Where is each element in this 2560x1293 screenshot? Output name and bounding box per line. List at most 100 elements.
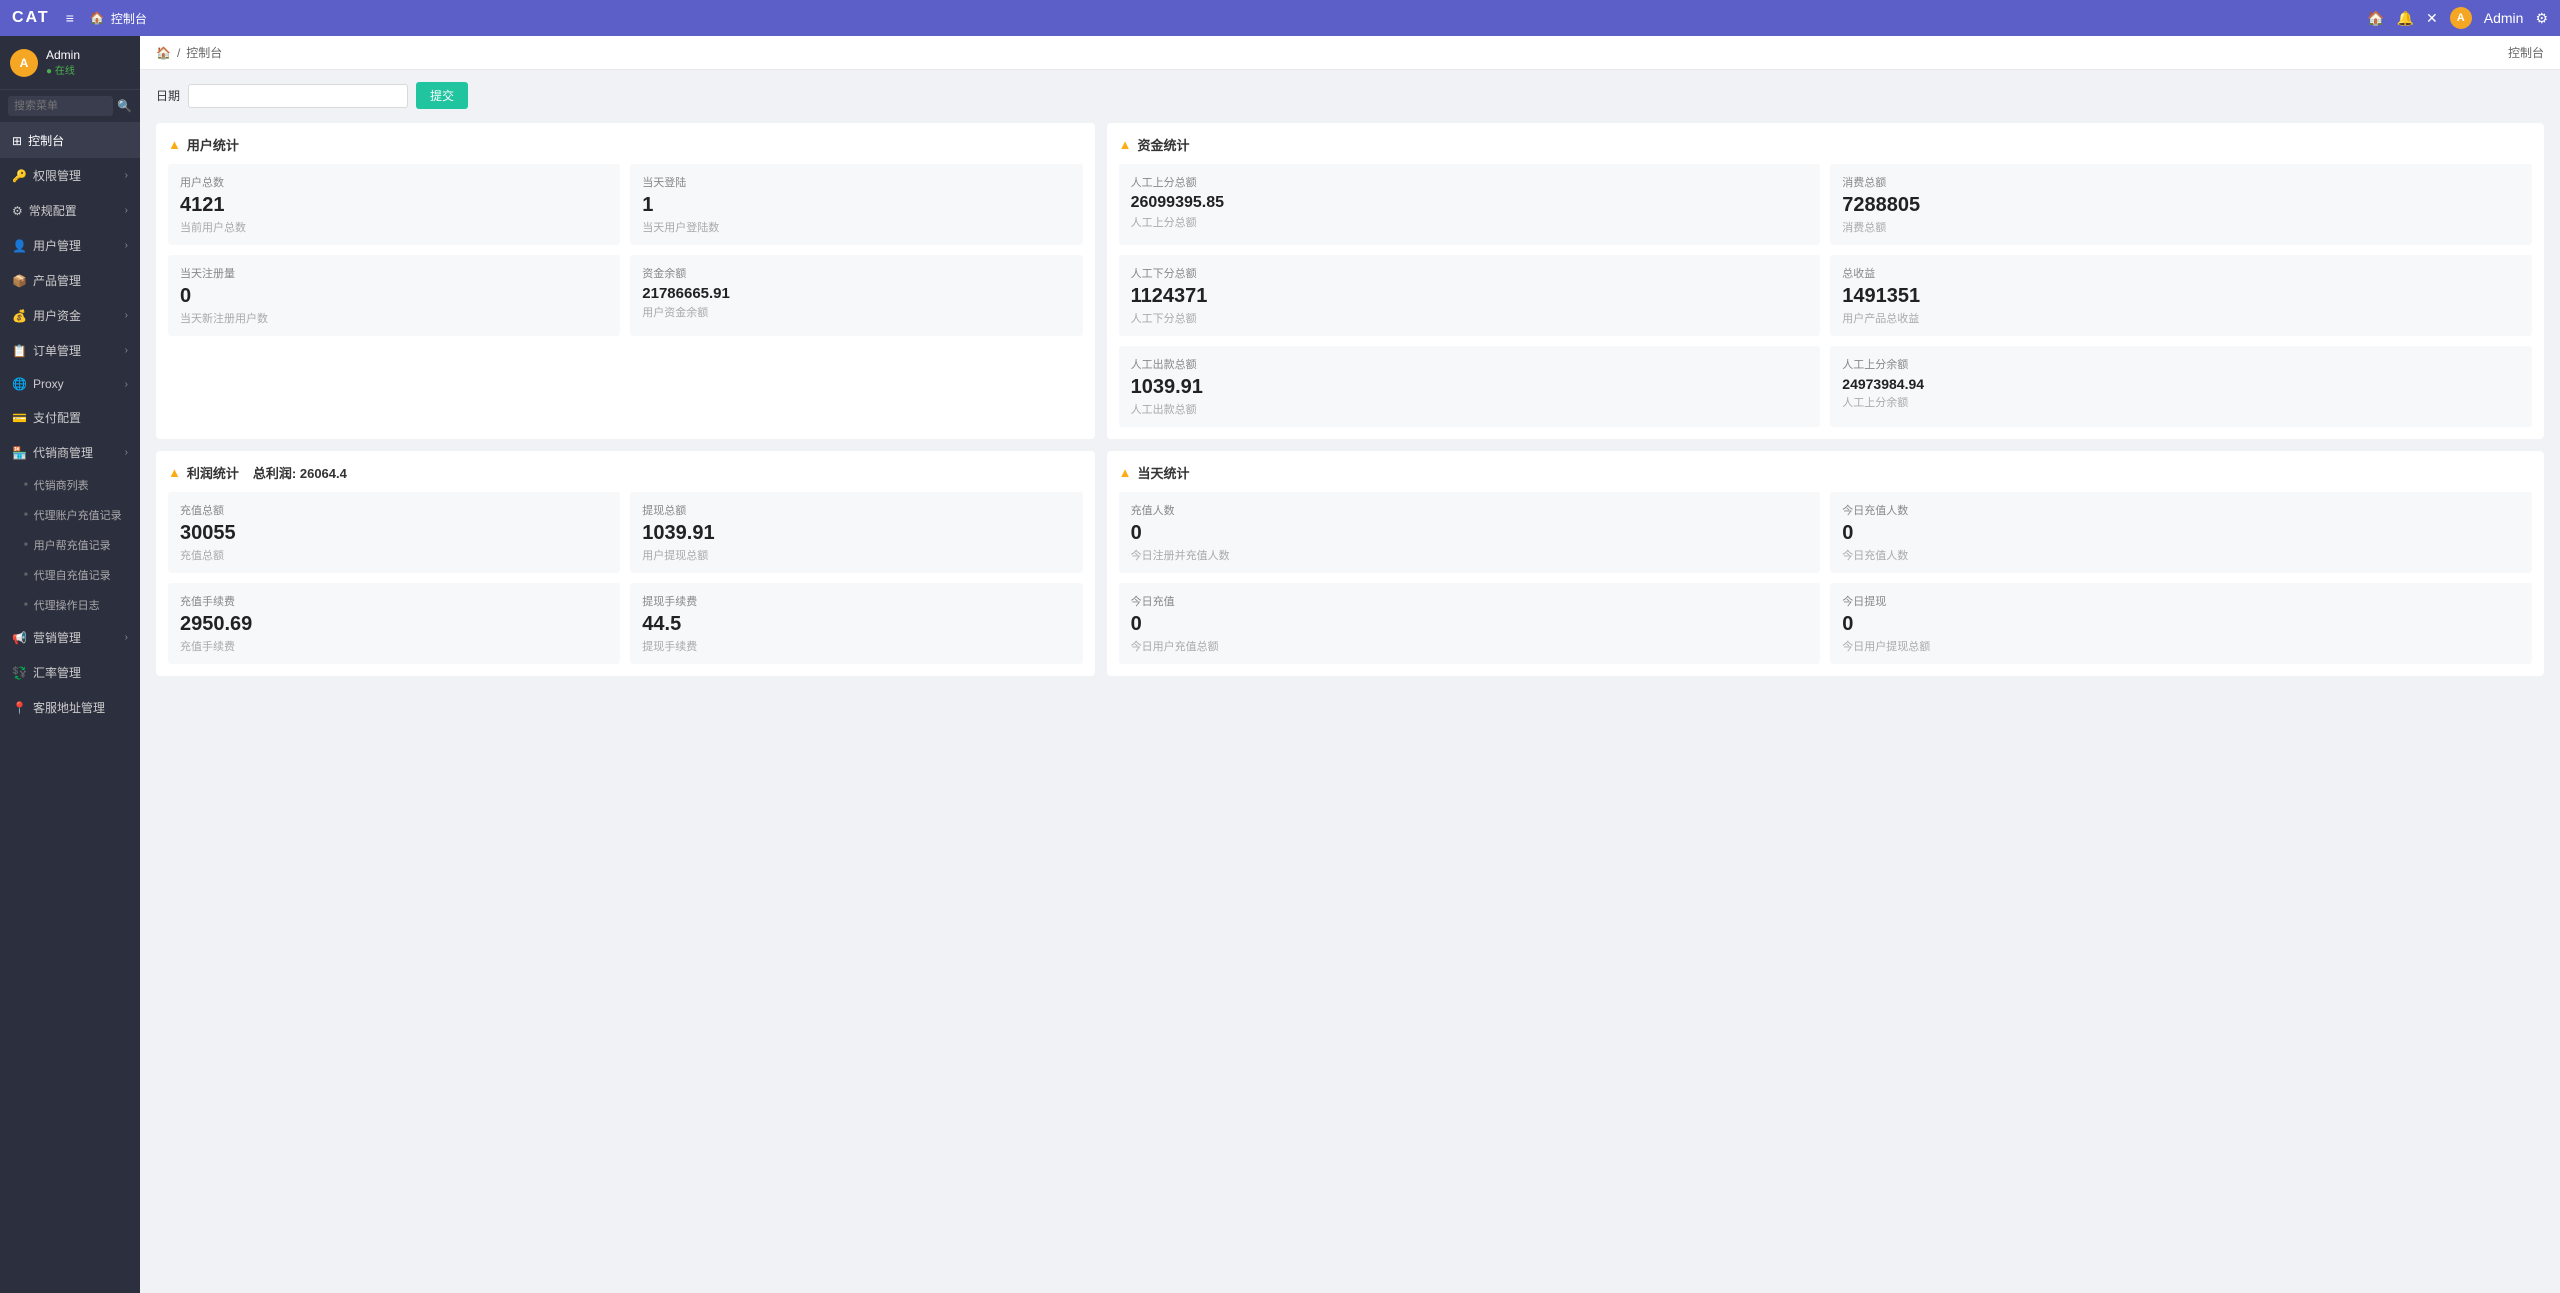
sidebar-sub-op-log[interactable]: 代理操作日志 — [0, 590, 140, 620]
sidebar-item-label: Proxy — [33, 377, 64, 391]
stat-card-today-recharge-amount: 今日充值 0 今日用户充值总额 — [1119, 583, 1821, 664]
chevron-icon: › — [125, 240, 128, 251]
stat-card-withdraw-fee: 提现手续费 44.5 提现手续费 — [630, 583, 1082, 664]
stat-value: 24973984.94 — [1842, 376, 2520, 392]
permissions-icon: 🔑 — [12, 169, 27, 183]
stat-desc: 今日用户充值总额 — [1131, 638, 1809, 654]
stat-label: 消费总额 — [1842, 174, 2520, 190]
sidebar: A Admin ● 在线 🔍 ⊞ 控制台 🔑 权限管理 › ⚙ — [0, 36, 140, 1293]
stat-value: 1491351 — [1842, 285, 2520, 308]
search-input[interactable] — [8, 96, 113, 116]
stat-desc: 人工出款总额 — [1131, 401, 1809, 417]
sidebar-item-exchange[interactable]: 💱 汇率管理 — [0, 655, 140, 690]
search-button[interactable]: 🔍 — [117, 99, 132, 113]
breadcrumb-home-icon: 🏠 — [156, 46, 171, 60]
sidebar-user: A Admin ● 在线 — [0, 36, 140, 90]
chevron-icon: › — [125, 170, 128, 181]
sidebar-item-dashboard[interactable]: ⊞ 控制台 — [0, 123, 140, 158]
sidebar-sub-user-recharge[interactable]: 用户帮充值记录 — [0, 530, 140, 560]
sidebar-item-payment[interactable]: 💳 支付配置 — [0, 400, 140, 435]
stat-label: 今日提现 — [1842, 593, 2520, 609]
stat-value: 1124371 — [1131, 285, 1809, 308]
sidebar-item-label: 代销商管理 — [33, 444, 93, 461]
sidebar-item-config[interactable]: ⚙ 常规配置 › — [0, 193, 140, 228]
stat-label: 人工上分总额 — [1131, 174, 1809, 190]
sidebar-sub-reseller-list[interactable]: 代销商列表 — [0, 470, 140, 500]
sidebar-item-label: 订单管理 — [33, 342, 81, 359]
sidebar-item-permissions[interactable]: 🔑 权限管理 › — [0, 158, 140, 193]
sidebar-item-label: 控制台 — [28, 132, 64, 149]
sidebar-item-label: 用户资金 — [33, 307, 81, 324]
filter-row: 日期 提交 — [156, 82, 2544, 109]
stat-card-total-income: 总收益 1491351 用户产品总收益 — [1830, 255, 2532, 336]
stat-label: 资金余额 — [642, 265, 1070, 281]
chevron-icon: › — [125, 345, 128, 356]
stat-desc: 提现手续费 — [642, 638, 1070, 654]
warning-icon: ▲ — [168, 137, 181, 152]
stat-card-consume: 消费总额 7288805 消费总额 — [1830, 164, 2532, 245]
user-stats-title: ▲ 用户统计 — [168, 135, 1083, 154]
profit-stats-title: ▲ 利润统计 总利润: 26064.4 — [168, 463, 1083, 482]
header-settings-icon[interactable]: ⚙ — [2535, 10, 2548, 27]
sidebar-item-label: 常规配置 — [29, 202, 77, 219]
stat-value: 0 — [1842, 522, 2520, 545]
payment-icon: 💳 — [12, 411, 27, 425]
fund-stats-section: ▲ 资金统计 人工上分总额 26099395.85 人工上分总额 消费总额 72… — [1107, 123, 2544, 439]
sidebar-item-service[interactable]: 📍 客服地址管理 — [0, 690, 140, 725]
sidebar-item-user-funds[interactable]: 💰 用户资金 › — [0, 298, 140, 333]
stat-card-today-withdraw: 今日提现 0 今日用户提现总额 — [1830, 583, 2532, 664]
header-bell-icon[interactable]: 🔔 — [2397, 10, 2414, 27]
top-header: CAT ≡ 🏠 控制台 🏠 🔔 ✕ A Admin ⚙ — [0, 0, 2560, 36]
stat-label: 人工上分余额 — [1842, 356, 2520, 372]
sidebar-item-proxy[interactable]: 🌐 Proxy › — [0, 368, 140, 400]
stat-desc: 当天新注册用户数 — [180, 310, 608, 326]
stat-label: 充值人数 — [1131, 502, 1809, 518]
stat-label: 人工出款总额 — [1131, 356, 1809, 372]
chevron-icon: › — [125, 632, 128, 643]
stats-bottom-row: ▲ 利润统计 总利润: 26064.4 充值总额 30055 充值总额 — [156, 451, 2544, 676]
stat-card-manual-up-balance: 人工上分余额 24973984.94 人工上分余额 — [1830, 346, 2532, 427]
stat-label: 提现总额 — [642, 502, 1070, 518]
stat-desc: 消费总额 — [1842, 219, 2520, 235]
breadcrumb-separator: / — [177, 46, 180, 60]
stat-desc: 用户资金余额 — [642, 304, 1070, 320]
header-home-icon[interactable]: 🏠 — [2367, 10, 2384, 27]
stat-value: 44.5 — [642, 613, 1070, 636]
header-breadcrumb: 🏠 控制台 — [90, 10, 147, 27]
sidebar-item-label: 汇率管理 — [33, 664, 81, 681]
user-avatar: A — [10, 49, 38, 77]
sidebar-item-label: 用户管理 — [33, 237, 81, 254]
breadcrumb: 🏠 / 控制台 — [156, 44, 222, 61]
stat-value: 21786665.91 — [642, 285, 1070, 302]
today-stats-title: ▲ 当天统计 — [1119, 463, 2532, 482]
products-icon: 📦 — [12, 274, 27, 288]
stat-value: 1039.91 — [642, 522, 1070, 545]
stat-label: 今日充值 — [1131, 593, 1809, 609]
sidebar-item-users[interactable]: 👤 用户管理 › — [0, 228, 140, 263]
stat-label: 今日充值人数 — [1842, 502, 2520, 518]
marketing-icon: 📢 — [12, 631, 27, 645]
menu-icon[interactable]: ≡ — [66, 10, 74, 26]
user-stats-grid: 用户总数 4121 当前用户总数 当天登陆 1 当天用户登陆数 当天注册量 0 — [168, 164, 1083, 336]
submit-button[interactable]: 提交 — [416, 82, 468, 109]
fund-stats-grid: 人工上分总额 26099395.85 人工上分总额 消费总额 7288805 消… — [1119, 164, 2532, 427]
sidebar-sub-self-recharge[interactable]: 代理自充值记录 — [0, 560, 140, 590]
sidebar-item-orders[interactable]: 📋 订单管理 › — [0, 333, 140, 368]
date-input[interactable] — [188, 84, 408, 108]
sidebar-sub-reseller-recharge[interactable]: 代理账户充值记录 — [0, 500, 140, 530]
stat-label: 当天注册量 — [180, 265, 608, 281]
header-left: CAT ≡ 🏠 控制台 — [12, 9, 147, 27]
header-close-icon[interactable]: ✕ — [2426, 10, 2438, 27]
stat-value: 0 — [1842, 613, 2520, 636]
stat-card-balance: 资金余额 21786665.91 用户资金余额 — [630, 255, 1082, 336]
stat-value: 2950.69 — [180, 613, 608, 636]
sidebar-item-products[interactable]: 📦 产品管理 — [0, 263, 140, 298]
sidebar-item-marketing[interactable]: 📢 营销管理 › — [0, 620, 140, 655]
stat-label: 充值总额 — [180, 502, 608, 518]
chevron-icon: › — [125, 379, 128, 390]
sidebar-item-reseller[interactable]: 🏪 代销商管理 › — [0, 435, 140, 470]
sidebar-item-label: 产品管理 — [33, 272, 81, 289]
breadcrumb-current: 控制台 — [186, 44, 222, 61]
chevron-icon: › — [125, 447, 128, 458]
warning-icon: ▲ — [168, 465, 181, 480]
